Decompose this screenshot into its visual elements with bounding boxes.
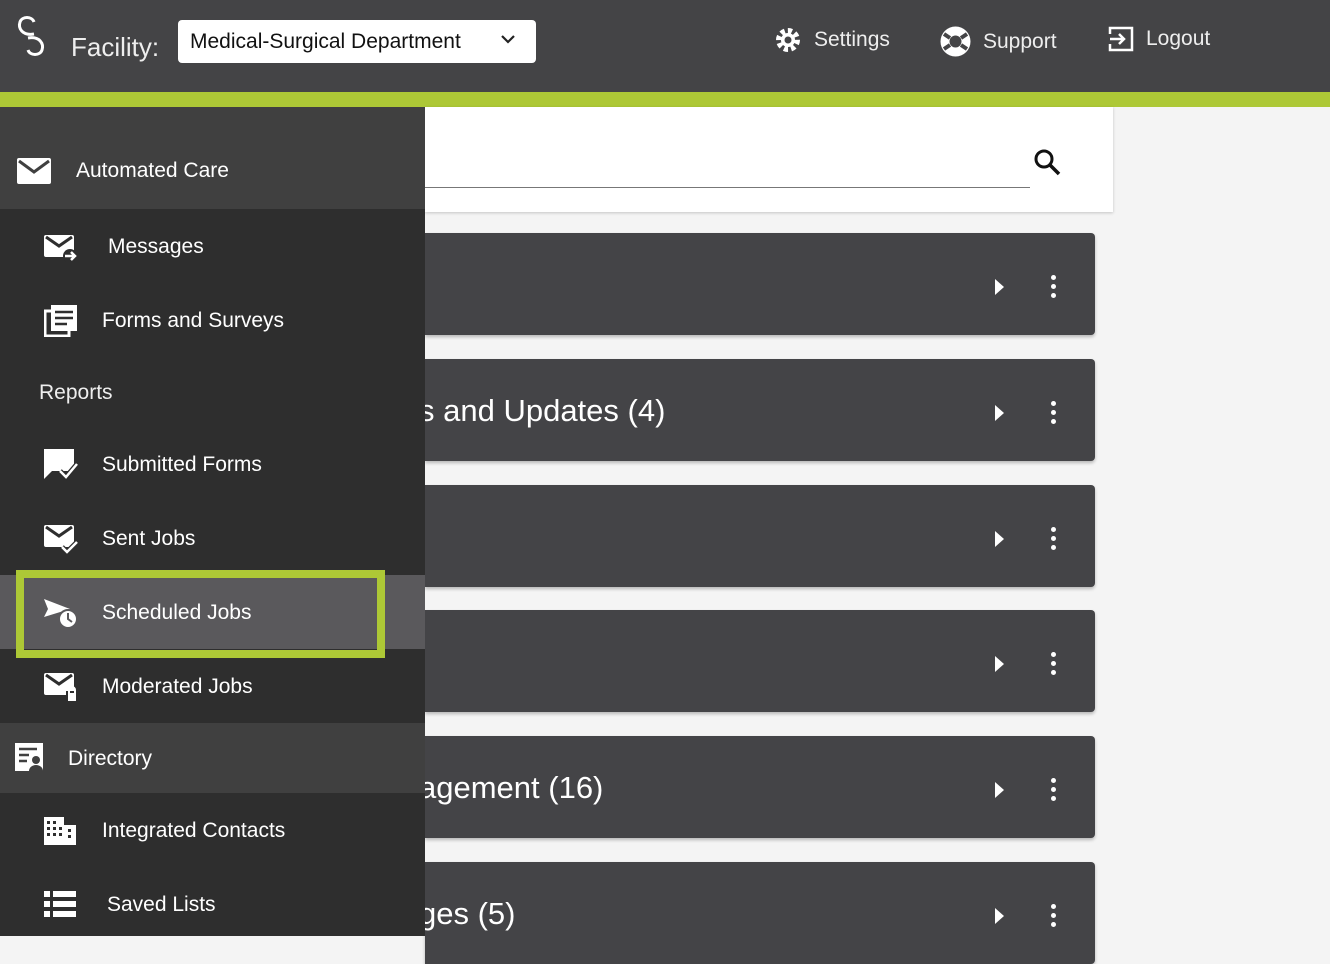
facility-select[interactable]: Medical-Surgical Department (178, 20, 536, 63)
category-card[interactable]: s and Updates (4) (419, 359, 1095, 461)
forms-icon (44, 305, 77, 337)
category-card[interactable] (425, 610, 1095, 712)
expand-arrow-icon[interactable] (995, 405, 1004, 421)
sidebar-item-saved-lists[interactable]: Saved Lists (0, 867, 425, 936)
item-label: Messages (108, 235, 204, 258)
expand-arrow-icon[interactable] (995, 908, 1004, 924)
more-options-icon[interactable] (1051, 904, 1056, 931)
sidebar-item-messages[interactable]: Messages (0, 209, 425, 283)
more-options-icon[interactable] (1051, 275, 1056, 302)
search-icon[interactable] (1032, 147, 1062, 177)
card-title: agement (16) (419, 770, 604, 805)
directory-icon (15, 743, 43, 771)
list-icon (44, 891, 76, 917)
more-options-icon[interactable] (1051, 778, 1056, 805)
item-label: Moderated Jobs (102, 675, 253, 698)
item-label: Saved Lists (107, 893, 216, 916)
sidebar-section-automated-care[interactable]: Automated Care (0, 107, 425, 209)
envelope-forward-icon (44, 235, 77, 263)
app-logo-icon (18, 16, 44, 56)
envelope-check-icon (44, 525, 78, 555)
more-options-icon[interactable] (1051, 652, 1056, 679)
expand-arrow-icon[interactable] (995, 531, 1004, 547)
facility-value: Medical-Surgical Department (190, 30, 461, 53)
card-title: s and Updates (4) (419, 393, 666, 428)
sidebar-item-forms-and-surveys[interactable]: Forms and Surveys (0, 283, 425, 357)
expand-arrow-icon[interactable] (995, 279, 1004, 295)
category-card[interactable] (425, 485, 1095, 587)
item-label: Sent Jobs (102, 527, 196, 550)
gear-icon (776, 28, 800, 52)
top-header: Facility: Medical-Surgical Department Se… (0, 0, 1330, 92)
highlight-outline (16, 570, 385, 658)
category-card[interactable]: ges (5) (419, 862, 1095, 964)
more-options-icon[interactable] (1051, 401, 1056, 428)
sidebar-item-integrated-contacts[interactable]: Integrated Contacts (0, 793, 425, 867)
building-icon (44, 817, 76, 845)
logout-button[interactable]: Logout (1108, 26, 1210, 52)
sidebar-item-submitted-forms[interactable]: Submitted Forms (0, 427, 425, 501)
more-options-icon[interactable] (1051, 527, 1056, 554)
lifebuoy-icon (940, 26, 971, 57)
chat-check-icon (44, 449, 78, 481)
settings-label: Settings (814, 28, 890, 51)
category-card[interactable] (425, 233, 1095, 335)
section-label: Directory (68, 747, 153, 770)
settings-button[interactable]: Settings (774, 26, 890, 54)
sidebar-section-directory[interactable]: Directory (0, 723, 425, 793)
logout-icon (1108, 26, 1134, 52)
card-title: ges (5) (419, 896, 516, 931)
envelope-icon (17, 158, 51, 184)
item-label: Submitted Forms (102, 453, 262, 476)
category-card[interactable]: agement (16) (419, 736, 1095, 838)
expand-arrow-icon[interactable] (995, 656, 1004, 672)
section-label: Automated Care (76, 159, 229, 182)
envelope-lock-icon (44, 673, 77, 701)
support-label: Support (983, 29, 1057, 53)
sidebar-item-sent-jobs[interactable]: Sent Jobs (0, 501, 425, 575)
sidebar-nav: Automated Care Messages Forms and Survey… (0, 107, 425, 936)
reports-heading: Reports (39, 381, 113, 404)
logout-label: Logout (1146, 27, 1211, 50)
item-label: Integrated Contacts (102, 819, 286, 842)
expand-arrow-icon[interactable] (995, 782, 1004, 798)
accent-bar (0, 92, 1330, 107)
sidebar-item-moderated-jobs[interactable]: Moderated Jobs (0, 649, 425, 723)
search-panel (425, 107, 1113, 212)
support-button[interactable]: Support (940, 26, 1057, 57)
chevron-down-icon (501, 35, 515, 44)
item-label: Forms and Surveys (102, 309, 285, 332)
facility-label: Facility: (71, 32, 160, 62)
search-input[interactable] (425, 187, 1030, 188)
